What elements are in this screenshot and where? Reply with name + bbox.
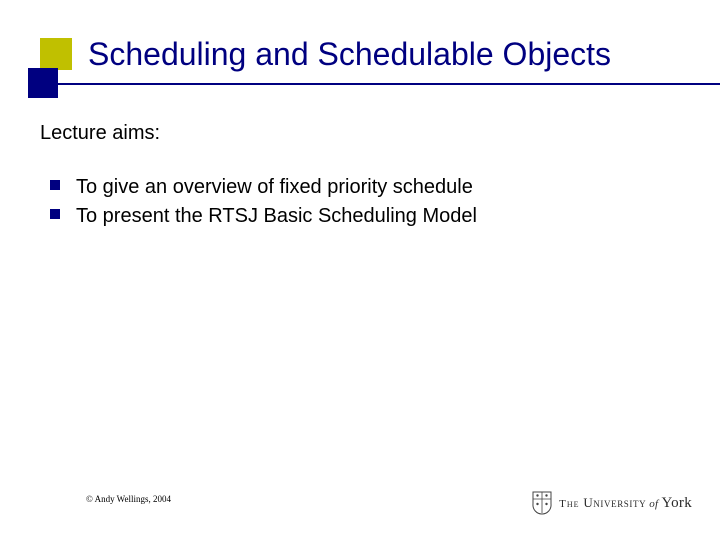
accent-square-olive [40,38,72,70]
copyright-text: © Andy Wellings, 2004 [86,494,171,504]
accent-square-navy [28,68,58,98]
list-item: To give an overview of fixed priority sc… [46,173,680,202]
crest-icon [531,490,553,516]
logo-text: The University of York [559,495,692,512]
slide-title: Scheduling and Schedulable Objects [88,36,611,73]
university-logo: The University of York [531,490,692,516]
logo-word-of: of [646,498,661,510]
list-item: To present the RTSJ Basic Scheduling Mod… [46,202,680,231]
logo-word-the: The [559,498,583,510]
slide-body: Lecture aims: To give an overview of fix… [40,122,680,231]
bullet-list: To give an overview of fixed priority sc… [40,173,680,231]
logo-word-york: York [661,495,692,511]
lead-text: Lecture aims: [40,122,680,145]
title-bar: Scheduling and Schedulable Objects [0,22,720,82]
logo-word-university: University [583,495,646,510]
title-underline [40,83,720,85]
